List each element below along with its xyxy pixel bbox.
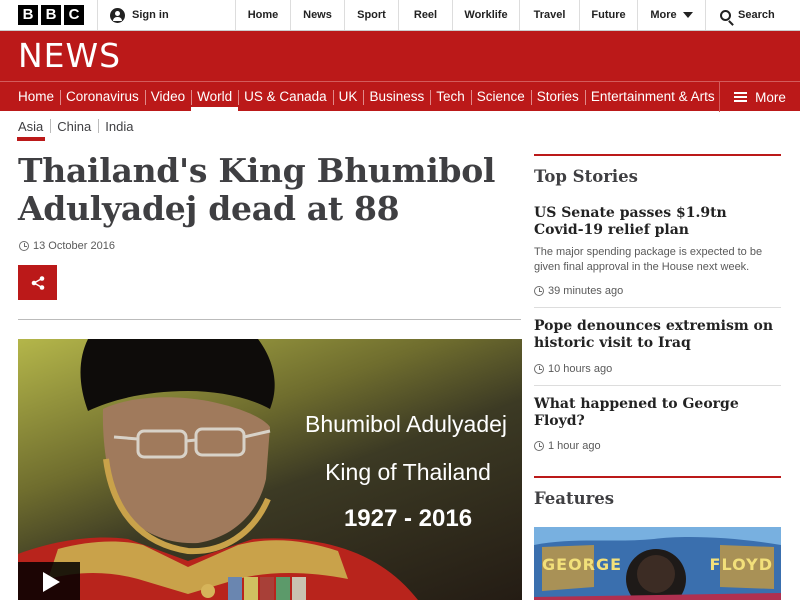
search-icon — [720, 9, 731, 21]
divider — [534, 385, 781, 386]
section-nav-more-label: More — [755, 89, 786, 105]
features-heading: Features — [534, 489, 615, 508]
divider — [18, 319, 521, 320]
section-nav-science[interactable]: Science — [470, 82, 531, 111]
top-nav-more-button[interactable]: More — [638, 0, 706, 30]
article-date-text: 13 October 2016 — [33, 240, 115, 252]
bbc-logo[interactable]: B B C — [0, 0, 98, 30]
chevron-down-icon — [682, 12, 693, 18]
section-nav-business[interactable]: Business — [363, 82, 430, 111]
top-story-time-text: 39 minutes ago — [548, 285, 624, 297]
section-nav-tech[interactable]: Tech — [430, 82, 471, 111]
sub-nav: Asia China India — [16, 111, 140, 141]
top-story-title[interactable]: Pope denounces extremism on historic vis… — [534, 318, 781, 352]
top-nav-home[interactable]: Home — [236, 0, 291, 30]
clock-icon — [534, 364, 544, 374]
clock-icon — [534, 286, 544, 296]
top-story-time: 39 minutes ago — [534, 285, 781, 297]
bbc-logo-letter-b2: B — [41, 5, 61, 25]
section-nav-world[interactable]: World — [191, 82, 239, 111]
sub-nav-china[interactable]: China — [50, 111, 98, 141]
video-overlay-years: 1927 - 2016 — [343, 505, 473, 532]
bbc-top-bar: B B C Sign in Home News Sport Reel Workl… — [0, 0, 800, 31]
top-story-item[interactable]: US Senate passes $1.9tn Covid-19 relief … — [534, 205, 781, 297]
top-nav-reel[interactable]: Reel — [399, 0, 453, 30]
user-icon — [110, 7, 125, 23]
menu-icon — [734, 92, 748, 102]
top-story-item[interactable]: What happened to George Floyd? 1 hour ag… — [534, 396, 781, 452]
top-story-time: 1 hour ago — [534, 440, 781, 452]
play-button[interactable] — [18, 562, 80, 600]
section-nav-more-button[interactable]: More — [719, 82, 800, 112]
feature-image-text: GEORGE FLOYD — [542, 555, 773, 574]
section-nav-stories[interactable]: Stories — [530, 82, 585, 111]
video-overlay-name: Bhumibol Adulyadej — [304, 411, 508, 437]
top-story-title[interactable]: What happened to George Floyd? — [534, 396, 781, 430]
section-nav-entertainment-arts[interactable]: Entertainment & Arts — [584, 82, 721, 111]
top-nav-more-label: More — [650, 9, 677, 21]
section-nav-us-canada[interactable]: US & Canada — [238, 82, 333, 111]
sign-in-link[interactable]: Sign in — [98, 0, 236, 30]
news-logo[interactable]: NEWS — [18, 39, 121, 73]
bbc-logo-letter-c: C — [64, 5, 84, 25]
feature-image[interactable]: GEORGE FLOYD — [534, 527, 781, 600]
top-nav-future[interactable]: Future — [580, 0, 638, 30]
clock-icon — [534, 441, 544, 451]
top-nav-news[interactable]: News — [291, 0, 345, 30]
top-stories-heading: Top Stories — [534, 167, 638, 186]
sub-nav-asia[interactable]: Asia — [16, 111, 50, 141]
top-story-title[interactable]: US Senate passes $1.9tn Covid-19 relief … — [534, 205, 781, 239]
section-nav-coronavirus[interactable]: Coronavirus — [60, 82, 145, 111]
top-story-summary: The major spending package is expected t… — [534, 246, 763, 273]
top-story-time-text: 1 hour ago — [548, 440, 601, 452]
video-overlay-title: King of Thailand — [325, 459, 491, 485]
article-date: 13 October 2016 — [19, 240, 115, 252]
features-rule — [534, 476, 781, 478]
search-button[interactable]: Search — [706, 0, 800, 30]
play-icon — [42, 572, 60, 592]
top-nav-worklife[interactable]: Worklife — [453, 0, 520, 30]
section-nav-home[interactable]: Home — [0, 82, 60, 111]
share-button[interactable] — [18, 265, 57, 300]
news-masthead: NEWS — [0, 31, 800, 81]
top-nav-travel[interactable]: Travel — [520, 0, 580, 30]
section-nav: Home Coronavirus Video World US & Canada… — [0, 81, 800, 112]
divider — [534, 307, 781, 308]
top-story-time-text: 10 hours ago — [548, 363, 613, 375]
top-story-item[interactable]: Pope denounces extremism on historic vis… — [534, 318, 781, 375]
search-label: Search — [738, 9, 775, 21]
article-headline: Thailand's King Bhumibol Adulyadej dead … — [18, 151, 496, 228]
section-nav-uk[interactable]: UK — [332, 82, 364, 111]
share-icon — [31, 275, 44, 290]
top-stories-rule — [534, 154, 781, 156]
sub-nav-india[interactable]: India — [98, 111, 140, 141]
clock-icon — [19, 241, 29, 251]
bbc-logo-letter-b1: B — [18, 5, 38, 25]
section-nav-video[interactable]: Video — [144, 82, 191, 111]
video-player[interactable]: Bhumibol Adulyadej King of Thailand 1927… — [18, 339, 522, 600]
top-nav-sport[interactable]: Sport — [345, 0, 399, 30]
top-story-time: 10 hours ago — [534, 363, 781, 375]
sign-in-label: Sign in — [132, 9, 169, 21]
